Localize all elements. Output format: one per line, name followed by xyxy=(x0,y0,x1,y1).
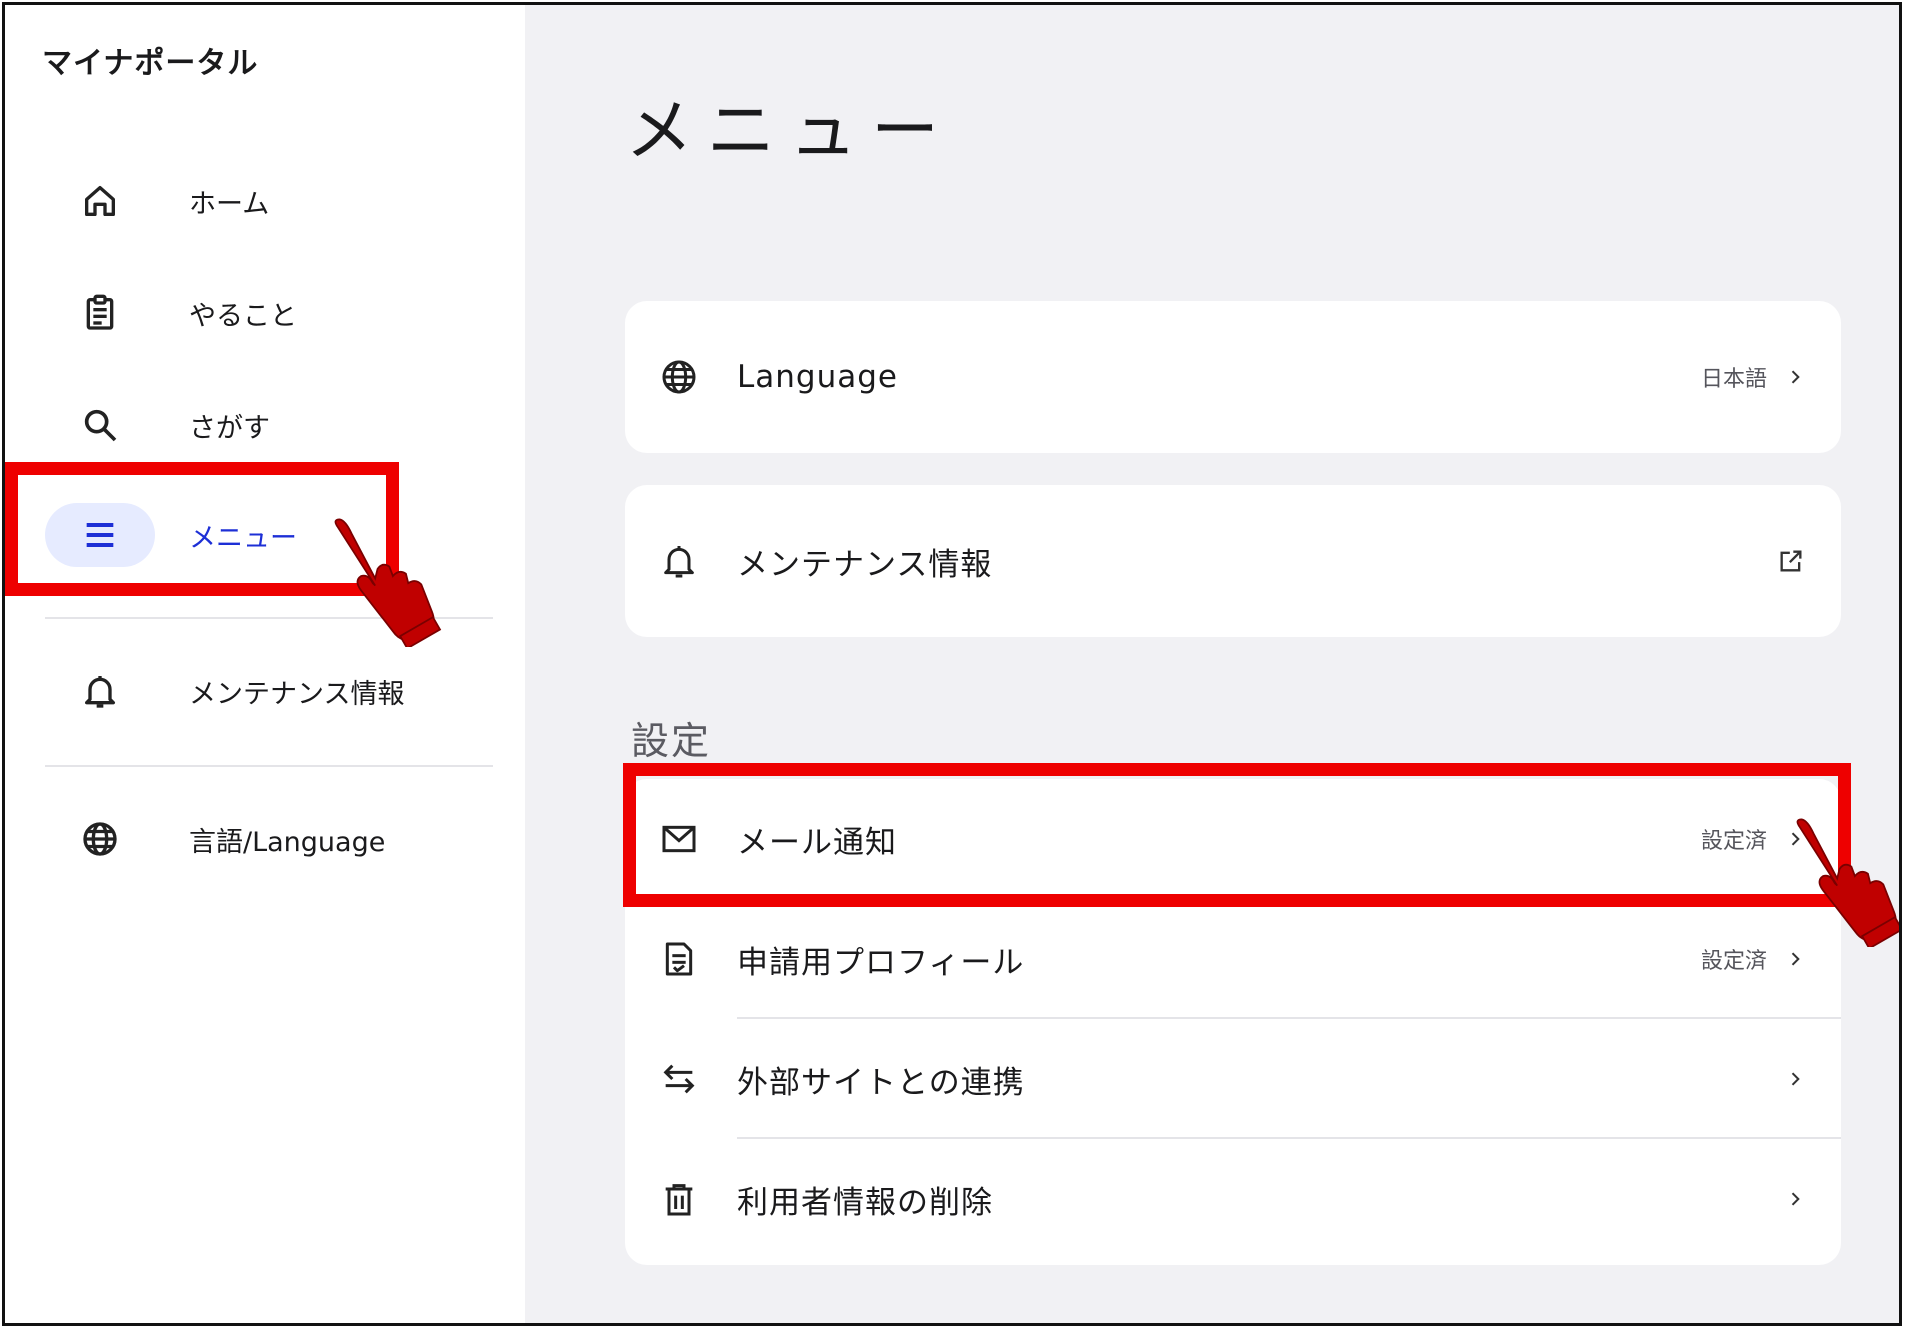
app-title: マイナポータル xyxy=(42,46,259,81)
chevron-right-icon xyxy=(1791,952,1800,966)
bell-icon xyxy=(664,546,694,578)
sidebar-item-maintenance[interactable]: メンテナンス情報 xyxy=(45,659,485,723)
swap-arrows-icon xyxy=(663,1064,695,1094)
pointer-hand-icon xyxy=(1796,818,1899,947)
sidebar: マイナポータル ホーム やること さがす メニュー メンテナンス情報 言語/La… xyxy=(5,5,525,1323)
settings-item-right xyxy=(1785,1189,1805,1209)
settings-item-right: 設定済 xyxy=(1701,943,1805,975)
bell-icon xyxy=(45,659,155,723)
settings-item-label: 外部サイトとの連携 xyxy=(737,1064,1025,1101)
language-value: 日本語 xyxy=(1700,367,1767,392)
globe-icon xyxy=(662,360,696,394)
sidebar-divider xyxy=(45,765,493,767)
globe-icon xyxy=(45,807,155,871)
maintenance-right xyxy=(1777,547,1805,575)
sidebar-item-todo[interactable]: やること xyxy=(45,281,485,345)
pointer-hand-icon xyxy=(334,518,442,647)
settings-item-external-site-link[interactable]: 外部サイトとの連携 xyxy=(625,1019,1841,1139)
settings-item-delete-user-info[interactable]: 利用者情報の削除 xyxy=(625,1139,1841,1259)
maintenance-card: メンテナンス情報 xyxy=(625,485,1841,637)
maintenance-label: メンテナンス情報 xyxy=(737,546,993,583)
trash-icon xyxy=(665,1184,693,1216)
settings-item-label: 利用者情報の削除 xyxy=(737,1184,993,1221)
main-content: メニュー Language 日本語 メンテナンス情報 設定 メール通知 設定済 … xyxy=(525,5,1899,1323)
settings-item-label: 申請用プロフィール xyxy=(737,944,1025,981)
language-card: Language 日本語 xyxy=(625,301,1841,453)
sidebar-item-label: やること xyxy=(189,300,297,332)
external-link-icon xyxy=(1780,550,1802,572)
language-row[interactable]: Language 日本語 xyxy=(625,301,1841,453)
home-icon xyxy=(45,169,155,233)
sidebar-item-language[interactable]: 言語/Language xyxy=(45,807,485,871)
page-title: メニュー xyxy=(625,92,954,171)
settings-item-application-profile[interactable]: 申請用プロフィール 設定済 xyxy=(625,899,1841,1019)
language-label: Language xyxy=(737,359,898,395)
maintenance-row[interactable]: メンテナンス情報 xyxy=(625,485,1841,637)
sidebar-item-label: さがす xyxy=(189,412,270,444)
document-icon xyxy=(665,942,693,976)
sidebar-item-label: メンテナンス情報 xyxy=(189,678,405,710)
language-right: 日本語 xyxy=(1701,361,1805,393)
clipboard-icon xyxy=(45,281,155,345)
chevron-right-icon xyxy=(1791,370,1800,384)
mail-notification-highlight-box xyxy=(623,763,1851,907)
screen-frame: マイナポータル ホーム やること さがす メニュー メンテナンス情報 言語/La… xyxy=(2,2,1902,1326)
chevron-right-icon xyxy=(1791,1072,1800,1086)
settings-item-right xyxy=(1785,1069,1805,1089)
settings-item-status: 設定済 xyxy=(1700,949,1767,974)
sidebar-item-label: ホーム xyxy=(189,188,270,220)
sidebar-item-home[interactable]: ホーム xyxy=(45,169,485,233)
search-icon xyxy=(45,393,155,457)
settings-heading: 設定 xyxy=(631,719,712,763)
sidebar-item-search[interactable]: さがす xyxy=(45,393,485,457)
sidebar-item-label: 言語/Language xyxy=(189,826,386,858)
chevron-right-icon xyxy=(1791,1192,1800,1206)
